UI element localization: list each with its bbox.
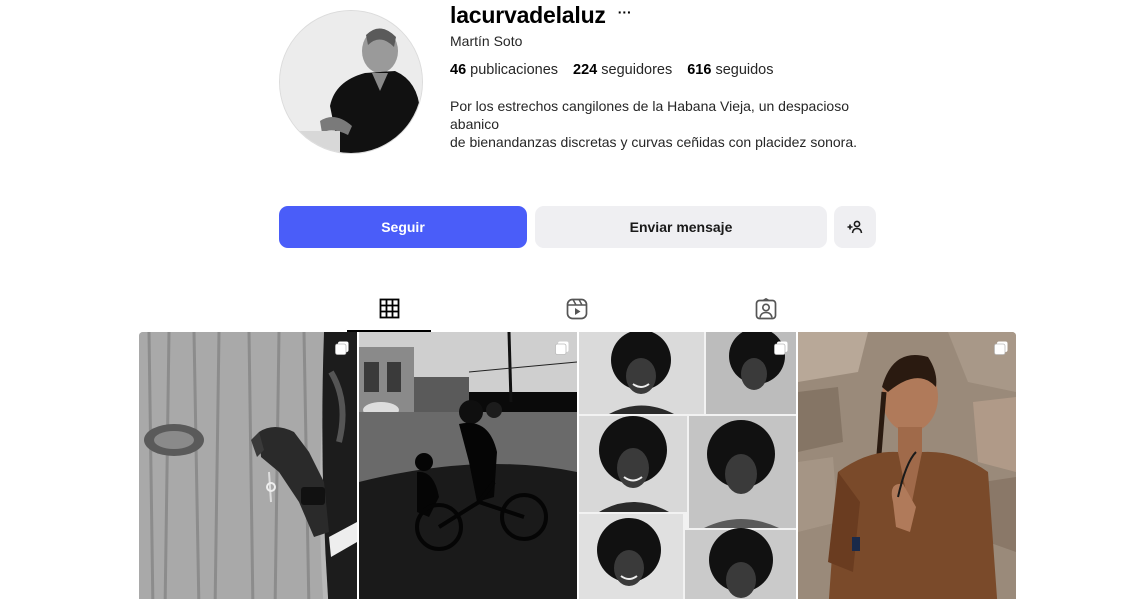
stat-followers-label: seguidores	[597, 62, 673, 78]
tab-tagged[interactable]	[724, 294, 808, 332]
post-photo	[798, 332, 1016, 599]
tab-reels[interactable]	[535, 294, 619, 332]
post-tile[interactable]	[139, 332, 357, 599]
profile-bio: Por los estrechos cangilones de la Haban…	[450, 97, 890, 151]
carousel-icon	[774, 341, 788, 355]
posts-grid	[139, 332, 1016, 599]
username-row: lacurvadelaluz ···	[450, 2, 632, 29]
profile-page: lacurvadelaluz ··· Martín Soto 46 public…	[0, 0, 1140, 599]
stat-following-label: seguidos	[711, 62, 774, 78]
more-horizontal-icon[interactable]: ···	[618, 4, 632, 20]
post-photo	[358, 332, 577, 599]
post-photo	[578, 332, 797, 599]
carousel-icon	[554, 341, 568, 355]
bio-line-2: de bienandanzas discretas y curvas ceñid…	[450, 134, 858, 150]
tab-posts[interactable]	[347, 294, 431, 332]
stat-following-value: 616	[687, 62, 712, 78]
grid-icon	[379, 298, 399, 319]
carousel-icon	[994, 341, 1008, 355]
suggest-accounts-button[interactable]	[834, 206, 876, 248]
post-tile[interactable]	[578, 332, 797, 599]
tagged-icon	[755, 298, 777, 320]
post-tile[interactable]	[798, 332, 1016, 599]
stat-following[interactable]: 616 seguidos	[687, 62, 773, 78]
stat-followers-value: 224	[573, 62, 598, 78]
bio-line-1: Por los estrechos cangilones de la Haban…	[450, 98, 849, 132]
add-person-icon	[847, 220, 863, 234]
profile-stats: 46 publicaciones 224 seguidores 616 segu…	[450, 62, 774, 78]
stat-posts-label: publicaciones	[466, 62, 559, 78]
full-name: Martín Soto	[450, 33, 523, 49]
stat-posts: 46 publicaciones	[450, 62, 558, 78]
post-photo	[139, 332, 357, 599]
reels-icon	[566, 298, 588, 320]
post-tile[interactable]	[358, 332, 577, 599]
follow-button[interactable]: Seguir	[279, 206, 527, 248]
stat-followers[interactable]: 224 seguidores	[573, 62, 672, 78]
avatar-photo	[280, 11, 422, 153]
carousel-icon	[334, 341, 349, 355]
stat-posts-value: 46	[450, 62, 467, 78]
send-message-button[interactable]: Enviar mensaje	[535, 206, 827, 248]
profile-avatar[interactable]	[279, 10, 423, 154]
username: lacurvadelaluz	[450, 2, 606, 28]
